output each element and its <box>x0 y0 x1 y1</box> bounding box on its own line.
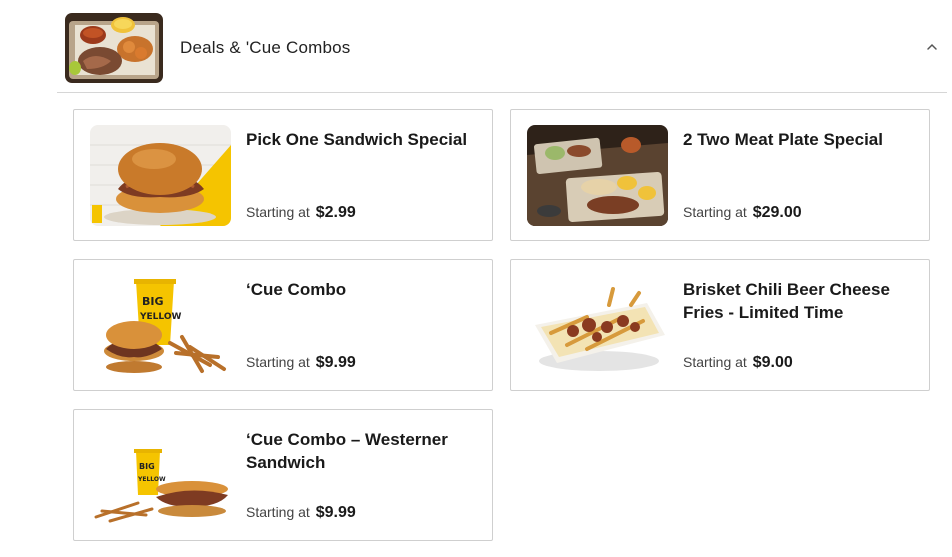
menu-item-price: Starting at $29.00 <box>683 204 802 222</box>
menu-item-card[interactable]: BIG YELLOW ‘Cue Combo Starting at $9.99 <box>73 259 493 391</box>
price-prefix: Starting at <box>246 504 310 520</box>
price-amount: $29.00 <box>752 204 802 221</box>
menu-item-image: BIG YELLOW <box>90 275 231 376</box>
price-amount: $9.99 <box>315 504 356 521</box>
menu-item-price: Starting at $9.99 <box>246 354 356 372</box>
svg-text:YELLOW: YELLOW <box>137 476 166 483</box>
menu-item-image <box>527 275 668 376</box>
price-prefix: Starting at <box>246 204 310 220</box>
menu-item-title: 2 Two Meat Plate Special <box>683 130 883 149</box>
svg-text:YELLOW: YELLOW <box>139 312 181 322</box>
chili-cheese-fries-image <box>527 275 668 376</box>
price-amount: $9.99 <box>315 354 356 371</box>
pulled-pork-sandwich-image <box>90 125 231 226</box>
westerner-combo-image: BIG YELLOW <box>90 425 231 526</box>
bbq-platter-image <box>65 13 163 83</box>
menu-item-image <box>527 125 668 226</box>
menu-item-title: ‘Cue Combo <box>246 280 347 299</box>
menu-item-price: Starting at $9.99 <box>246 504 356 522</box>
price-prefix: Starting at <box>246 354 310 370</box>
category-header[interactable]: Deals & 'Cue Combos <box>57 0 947 93</box>
menu-item-price: Starting at $9.00 <box>683 354 793 372</box>
svg-text:BIG: BIG <box>139 462 155 471</box>
menu-item-image <box>90 125 231 226</box>
price-prefix: Starting at <box>683 354 747 370</box>
svg-text:BIG: BIG <box>142 295 164 308</box>
category-title: Deals & 'Cue Combos <box>180 38 351 57</box>
menu-item-card[interactable]: 2 Two Meat Plate Special Starting at $29… <box>510 109 930 241</box>
menu-item-card[interactable]: Pick One Sandwich Special Starting at $2… <box>73 109 493 241</box>
price-amount: $2.99 <box>315 204 356 221</box>
menu-item-card[interactable]: Brisket Chili Beer Cheese Fries - Limite… <box>510 259 930 391</box>
menu-page: Deals & 'Cue Combos Pick One Sandwich Sp… <box>0 0 952 557</box>
cue-combo-image: BIG YELLOW <box>90 275 231 376</box>
price-prefix: Starting at <box>683 204 747 220</box>
menu-item-image: BIG YELLOW <box>90 425 231 526</box>
price-amount: $9.00 <box>752 354 793 371</box>
category-thumbnail <box>65 13 163 83</box>
two-meat-plate-image <box>527 125 668 226</box>
menu-item-title: ‘Cue Combo – Westerner Sandwich <box>246 430 448 472</box>
menu-item-title: Pick One Sandwich Special <box>246 130 468 149</box>
menu-item-price: Starting at $2.99 <box>246 204 356 222</box>
chevron-up-icon[interactable] <box>925 40 939 54</box>
menu-item-title: Brisket Chili Beer Cheese Fries - Limite… <box>683 280 890 322</box>
menu-item-card[interactable]: BIG YELLOW ‘Cue Combo – Westerner Sandwi… <box>73 409 493 541</box>
